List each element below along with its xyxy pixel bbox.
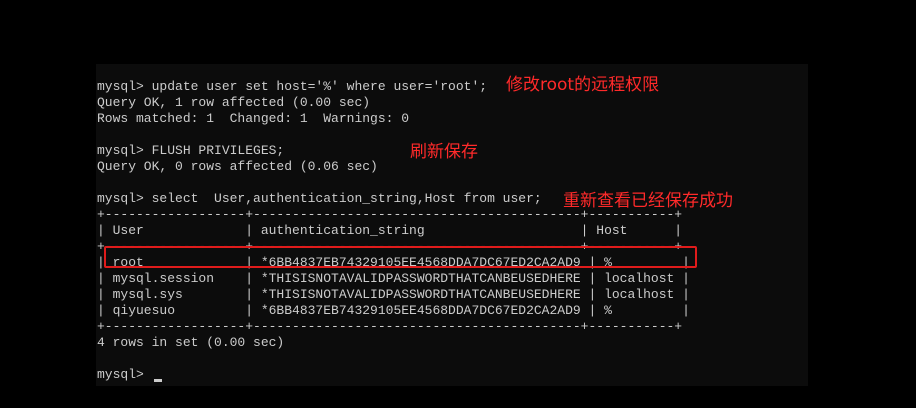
- terminal-line-flush-command: mysql> FLUSH PRIVILEGES;: [97, 143, 285, 158]
- table-row-mysql-sys: | mysql.sys | *THISISNOTAVALIDPASSWORDTH…: [97, 287, 690, 302]
- annotation-flush-note: 刷新保存: [410, 142, 478, 162]
- screenshot-canvas: mysql> update user set host='%' where us…: [0, 0, 916, 408]
- terminal-line-select-command: mysql> select User,authentication_string…: [97, 191, 542, 206]
- annotation-update-note: 修改root的远程权限: [506, 75, 660, 95]
- root-row-highlight-box: [104, 246, 697, 268]
- annotation-select-note: 重新查看已经保存成功: [563, 191, 733, 211]
- table-row-qiyuesuo: | qiyuesuo | *6BB4837EB74329105EE4568DDA…: [97, 303, 690, 318]
- terminal-line-query-ok-1: Query OK, 1 row affected (0.00 sec): [97, 95, 371, 110]
- table-row-mysql-session: | mysql.session | *THISISNOTAVALIDPASSWO…: [97, 271, 690, 286]
- terminal-line-query-ok-2: Query OK, 0 rows affected (0.06 sec): [97, 159, 378, 174]
- terminal-cursor: [154, 379, 162, 382]
- table-border-bottom: +------------------+--------------------…: [97, 319, 683, 334]
- terminal-line-rows-matched: Rows matched: 1 Changed: 1 Warnings: 0: [97, 111, 410, 126]
- terminal-prompt: mysql>: [97, 367, 152, 382]
- terminal-line-update-command: mysql> update user set host='%' where us…: [97, 79, 488, 94]
- table-header-row: | User | authentication_string | Host |: [97, 223, 683, 238]
- terminal-line-rows-in-set: 4 rows in set (0.00 sec): [97, 335, 285, 350]
